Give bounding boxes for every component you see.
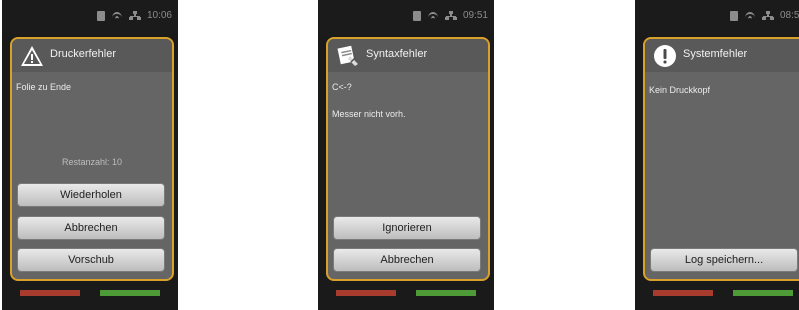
dialog-title: Systemfehler — [683, 48, 748, 60]
status-bar: 08:54 — [635, 0, 799, 34]
status-bar: 09:51 — [318, 0, 494, 34]
dialog-title: Druckerfehler — [50, 48, 117, 60]
network-icon — [128, 10, 141, 21]
bottom-keys — [2, 286, 178, 310]
wifi-icon — [427, 11, 439, 21]
ok-key-indicator — [733, 290, 793, 296]
exclamation-circle-icon — [654, 45, 676, 67]
sd-card-icon — [729, 10, 738, 21]
printer-display-syntaxfehler: 09:51 Syntaxfehler C<-? Messer nicht vor… — [318, 0, 494, 310]
ignore-button[interactable]: Ignorieren — [333, 216, 481, 240]
remaining-count: Restanzahl: 10 — [61, 157, 123, 167]
clock: 10:06 — [146, 10, 172, 21]
cancel-key-indicator — [653, 290, 713, 296]
error-message: Messer nicht vorh. — [332, 109, 406, 119]
cancel-key-indicator — [20, 290, 80, 296]
bottom-keys — [318, 286, 494, 310]
error-code: C<-? — [332, 82, 352, 92]
feed-button[interactable]: Vorschub — [17, 248, 165, 272]
cancel-button[interactable]: Abbrechen — [17, 216, 165, 240]
dialog-header: Druckerfehler — [12, 39, 172, 72]
ok-key-indicator — [100, 290, 160, 296]
cancel-button[interactable]: Abbrechen — [333, 248, 481, 272]
error-dialog: Syntaxfehler C<-? Messer nicht vorh. Ign… — [326, 37, 490, 281]
status-bar: 10:06 — [2, 0, 178, 34]
wifi-icon — [744, 11, 756, 21]
error-message: Folie zu Ende — [16, 82, 72, 92]
network-icon — [761, 10, 774, 21]
network-icon — [444, 10, 457, 21]
clock: 09:51 — [462, 10, 488, 21]
error-dialog: Systemfehler Kein Druckkopf Log speicher… — [643, 37, 799, 281]
dialog-header: Syntaxfehler — [328, 39, 488, 72]
cancel-key-indicator — [336, 290, 396, 296]
error-message: Kein Druckkopf — [649, 85, 711, 95]
error-dialog: Druckerfehler Folie zu Ende Restanzahl: … — [10, 37, 174, 281]
syntax-error-icon — [337, 45, 358, 66]
wifi-icon — [111, 11, 123, 21]
sd-card-icon — [412, 10, 421, 21]
dialog-header: Systemfehler — [645, 39, 799, 72]
printer-display-druckerfehler: 10:06 Druckerfehler Folie zu Ende Restan… — [2, 0, 178, 310]
dialog-title: Syntaxfehler — [366, 48, 428, 60]
sd-card-icon — [96, 10, 105, 21]
retry-button[interactable]: Wiederholen — [17, 183, 165, 207]
bottom-keys — [635, 286, 799, 310]
clock: 08:54 — [779, 10, 799, 21]
warning-triangle-icon — [21, 46, 43, 66]
ok-key-indicator — [416, 290, 476, 296]
printer-display-systemfehler: 08:54 Systemfehler Kein Druckkopf Log sp… — [635, 0, 799, 310]
save-log-button[interactable]: Log speichern... — [650, 248, 798, 272]
